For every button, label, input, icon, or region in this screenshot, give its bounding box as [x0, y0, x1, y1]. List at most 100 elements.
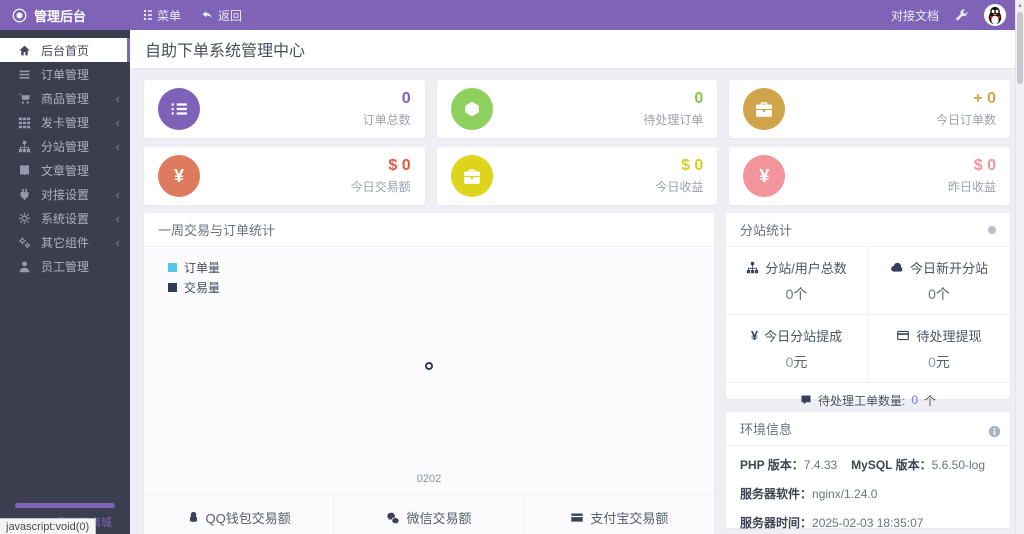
stat-label: 今日订单数 — [935, 112, 996, 127]
sidebar-item-articles[interactable]: 文章管理 — [0, 158, 130, 182]
stat-value: + 0 — [973, 90, 996, 108]
environment-panel-header: 环境信息 — [726, 412, 1010, 446]
sidebar-item-staff[interactable]: 员工管理 — [0, 254, 130, 278]
chevron-left-icon: ‹ — [115, 234, 120, 250]
chart-legend: 订单量 交易量 — [168, 257, 220, 297]
brand-title: 管理后台 — [34, 8, 87, 24]
sidebar-divider-pill — [15, 503, 115, 508]
substation-commission-cell: ¥ 今日分站提成 0元 — [726, 315, 868, 382]
stat-label: 今日交易额 — [350, 179, 411, 194]
yen-icon: ¥ — [743, 155, 786, 197]
x-axis-tick: 0202 — [416, 473, 442, 485]
chevron-left-icon: ‹ — [115, 210, 120, 226]
gear-icon — [18, 212, 32, 225]
link-status-tooltip: javascript:void(0) — [0, 518, 97, 534]
qq-wallet-stat: QQ钱包交易额 0元 — [144, 495, 333, 534]
book-icon — [18, 164, 32, 177]
topbar: 管理后台 菜单 返回 对接文档 — [0, 0, 1024, 30]
stat-card-total-orders: 0 订单总数 — [144, 80, 425, 138]
qq-penguin-icon — [988, 6, 1002, 25]
cube-logo-icon — [12, 8, 27, 23]
ordered-list-icon — [158, 88, 200, 130]
scroll-up-arrow-icon[interactable]: ▲ — [1016, 0, 1024, 11]
page-title-bar: 自助下单系统管理中心 — [130, 30, 1024, 68]
stat-label: 今日收益 — [655, 179, 704, 194]
plug-icon — [18, 188, 32, 201]
yen-icon: ¥ — [750, 328, 759, 343]
back-button[interactable]: 返回 — [201, 7, 242, 24]
sidebar-item-products[interactable]: 商品管理 ‹ — [0, 86, 130, 110]
menu-button[interactable]: 菜单 — [142, 7, 181, 24]
wechat-icon — [386, 511, 400, 524]
stat-label: 待处理订单 — [643, 112, 704, 127]
scrollbar-thumb[interactable] — [1017, 12, 1023, 84]
dots-vertical-icon — [142, 9, 152, 21]
home-icon — [18, 44, 32, 57]
sidebar-item-home[interactable]: 后台首页 — [0, 38, 130, 62]
stat-value: $ 0 — [388, 157, 411, 175]
wrench-icon[interactable] — [955, 8, 968, 22]
main-area: 自助下单系统管理中心 0 订单总数 0 待处理订单 + 0 今日订单数 ¥ $ … — [130, 30, 1024, 534]
legend-item-orders[interactable]: 订单量 — [168, 257, 220, 277]
sidebar-item-orders[interactable]: 订单管理 — [0, 62, 130, 86]
sidebar-item-system[interactable]: 系统设置 ‹ — [0, 206, 130, 230]
stat-card-today-orders: + 0 今日订单数 — [729, 80, 1010, 138]
php-mysql-row: PHP 版本：7.4.33 MySQL 版本：5.6.50-log — [740, 458, 986, 472]
stat-card-pending-orders: 0 待处理订单 — [436, 80, 718, 138]
app-brand[interactable]: 管理后台 — [0, 6, 130, 25]
comment-icon — [800, 394, 812, 406]
briefcase-icon — [450, 155, 493, 197]
user-icon — [18, 260, 32, 273]
substation-users-cell: 分站/用户总数 0个 — [726, 247, 868, 315]
content: 0 订单总数 0 待处理订单 + 0 今日订单数 ¥ $ 0 今日交易额 $ 0… — [130, 68, 1024, 534]
sidebar-item-substations[interactable]: 分站管理 ‹ — [0, 134, 130, 158]
topbar-right: 对接文档 — [891, 4, 1024, 26]
order-list-icon — [18, 68, 32, 81]
data-point-marker — [425, 362, 433, 370]
page-title: 自助下单系统管理中心 — [145, 43, 306, 60]
substation-new-today-cell: 今日新开分站 0个 — [868, 247, 1010, 315]
sitemap-icon — [18, 140, 32, 153]
alipay-stat: 支付宝交易额 0元 — [523, 495, 714, 534]
environment-info-panel: 环境信息 PHP 版本：7.4.33 MySQL 版本：5.6.50-log 服务… — [726, 412, 1010, 530]
stat-value: 0 — [401, 90, 411, 108]
info-icon — [988, 425, 1001, 437]
stat-card-yesterday-profit: ¥ $ 0 昨日收益 — [729, 147, 1010, 205]
cloud-icon — [890, 261, 904, 274]
legend-swatch — [168, 282, 177, 292]
wechat-stat: 微信交易额 0元 — [333, 495, 523, 534]
stat-value: 0 — [694, 90, 704, 108]
cube-icon — [450, 88, 493, 130]
server-time-row: 服务器时间：2025-02-03 18:35:07 — [740, 516, 924, 530]
topbar-menu: 菜单 返回 — [130, 7, 242, 24]
docs-link[interactable]: 对接文档 — [891, 7, 939, 24]
sidebar-item-cards[interactable]: 发卡管理 ‹ — [0, 110, 130, 134]
status-dot-icon — [988, 225, 996, 234]
page-scrollbar[interactable]: ▲ — [1015, 0, 1024, 534]
cart-icon — [18, 92, 32, 105]
stat-label: 订单总数 — [362, 112, 411, 127]
legend-swatch — [168, 262, 177, 272]
qq-icon — [187, 511, 200, 524]
chevron-left-icon: ‹ — [115, 186, 120, 202]
credit-card-icon — [896, 329, 910, 342]
stat-label: 昨日收益 — [947, 179, 996, 194]
stat-card-today-profit: $ 0 今日收益 — [436, 147, 718, 205]
alipay-icon — [570, 511, 584, 524]
chart-plot-area — [144, 248, 714, 534]
stat-value: $ 0 — [681, 157, 704, 175]
yen-icon: ¥ — [158, 155, 200, 197]
right-column: 分站统计 分站/用户总数 0个 今日新开分站 0个 ¥ 今日分站提成 0元 待处… — [726, 213, 1010, 530]
sidebar-item-components[interactable]: 其它组件 ‹ — [0, 230, 130, 254]
payment-stats-row: QQ钱包交易额 0元 微信交易额 0元 — [144, 495, 714, 534]
substation-stats-panel: 分站统计 分站/用户总数 0个 今日新开分站 0个 ¥ 今日分站提成 0元 待处… — [726, 213, 1010, 408]
sidebar-item-integration[interactable]: 对接设置 ‹ — [0, 182, 130, 206]
briefcase-icon — [743, 88, 786, 130]
sidebar: 后台首页 订单管理 商品管理 ‹ 发卡管理 ‹ 分站管理 ‹ 文章管理 对接设置… — [0, 30, 130, 534]
substation-panel-header: 分站统计 — [726, 213, 1010, 247]
legend-item-transactions[interactable]: 交易量 — [168, 277, 220, 297]
substation-withdrawals-cell: 待处理提现 0元 — [868, 315, 1010, 382]
user-avatar[interactable] — [984, 4, 1006, 26]
server-software-row: 服务器软件：nginx/1.24.0 — [740, 487, 878, 501]
chart-panel-header: 一周交易与订单统计 — [144, 213, 714, 247]
